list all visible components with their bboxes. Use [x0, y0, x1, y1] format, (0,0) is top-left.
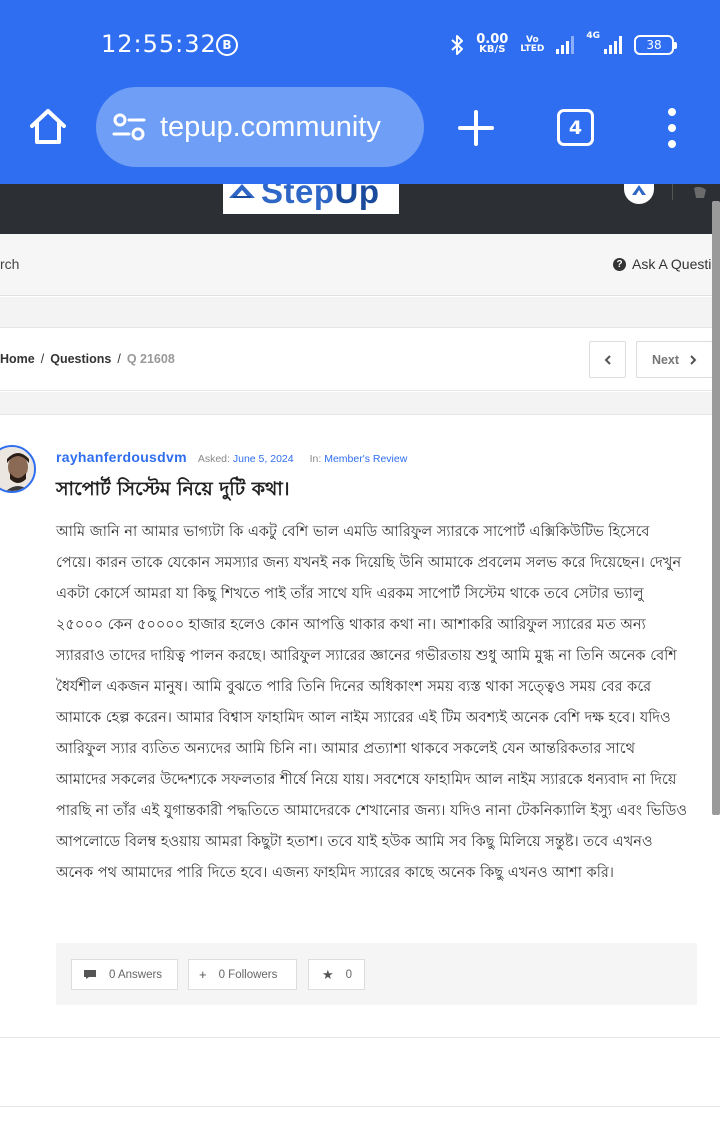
breadcrumb-separator: / [40, 352, 45, 366]
search-link[interactable]: rch [0, 256, 19, 272]
author-photo [0, 447, 34, 491]
browser-chrome: 12:55:32 B 0.00 KB/S Vo LTED 4G 38 tepup… [0, 0, 720, 184]
author-avatar[interactable] [0, 445, 36, 493]
tab-switcher-button[interactable]: 4 [557, 109, 594, 146]
answers-count: 0 Answers [109, 968, 163, 981]
site-logo[interactable]: StepUp [223, 184, 399, 214]
next-question-button[interactable]: Next [636, 341, 713, 378]
question-title: সাপোর্ট সিস্টেম নিয়ে দুটি কথা। [56, 478, 290, 500]
spacer [0, 297, 720, 327]
volte-icon: Vo LTED [520, 35, 545, 54]
spacer [0, 392, 720, 414]
category-link[interactable]: Member's Review [324, 453, 407, 465]
bluetooth-icon [451, 35, 464, 55]
avatar-logo-icon [632, 185, 646, 195]
breadcrumb-current: Q 21608 [126, 352, 175, 366]
network-type: 4G [586, 31, 600, 41]
chevron-left-icon [604, 354, 611, 365]
battery-icon: 38 [634, 35, 677, 55]
next-label: Next [651, 352, 680, 367]
url-text[interactable]: tepup.community [160, 111, 381, 144]
plus-icon: + [199, 967, 207, 982]
stepup-logo-icon [229, 184, 255, 198]
user-avatar[interactable] [624, 184, 654, 204]
network-speed: 0.00 KB/S [476, 32, 509, 55]
favorites-count: 0 [345, 968, 353, 981]
question-category: In: Member's Review [309, 453, 408, 465]
comment-icon [84, 970, 96, 979]
question-meta: rayhanferdousdvm Asked: June 5, 2024 In:… [56, 449, 407, 465]
b-badge-icon: B [216, 34, 238, 56]
header-divider [672, 184, 673, 200]
question-circle-icon: ? [613, 257, 626, 271]
author-name[interactable]: rayhanferdousdvm [56, 449, 187, 465]
ask-question-link[interactable]: ? Ask A Questio [613, 256, 719, 272]
divider [0, 1106, 720, 1107]
breadcrumb-separator: / [117, 352, 121, 366]
tune-icon[interactable] [112, 112, 146, 142]
breadcrumb: Home / Questions / Q 21608 [0, 352, 175, 366]
signal-icon-sim2 [604, 36, 622, 54]
home-icon[interactable] [26, 104, 70, 148]
favorite-button[interactable]: ★ 0 [308, 959, 365, 990]
chat-icon[interactable] [692, 186, 708, 200]
new-tab-icon[interactable] [456, 108, 496, 148]
question-actions: 0 Answers + 0 Followers ★ 0 [56, 943, 697, 1005]
star-icon: ★ [322, 966, 334, 982]
status-time: 12:55:32 [101, 30, 217, 58]
breadcrumb-bar: Home / Questions / Q 21608 Next [0, 327, 720, 391]
question-card: rayhanferdousdvm Asked: June 5, 2024 In:… [0, 414, 720, 1038]
follow-button[interactable]: + 0 Followers [188, 959, 297, 990]
search-ask-bar: rch ? Ask A Questio [0, 234, 720, 296]
breadcrumb-questions[interactable]: Questions [50, 352, 111, 366]
answers-button[interactable]: 0 Answers [71, 959, 178, 990]
chevron-right-icon [690, 354, 697, 365]
followers-count: 0 Followers [218, 968, 278, 981]
kebab-menu-icon[interactable] [662, 108, 682, 148]
breadcrumb-home[interactable]: Home [0, 352, 35, 366]
scrollbar[interactable] [712, 201, 720, 815]
url-bar[interactable]: tepup.community [96, 87, 424, 167]
signal-icon-sim1 [556, 36, 575, 54]
status-indicators: 0.00 KB/S Vo LTED 4G 38 [450, 31, 677, 59]
previous-question-button[interactable] [589, 341, 626, 378]
question-body: আমি জানি না আমার ভাগ্যটা কি একটু বেশি ভা… [56, 524, 688, 881]
ask-question-label: Ask A Questio [632, 256, 720, 272]
site-header: StepUp [0, 184, 720, 234]
battery-level: 38 [646, 38, 662, 52]
asked-date: Asked: June 5, 2024 [197, 453, 294, 465]
